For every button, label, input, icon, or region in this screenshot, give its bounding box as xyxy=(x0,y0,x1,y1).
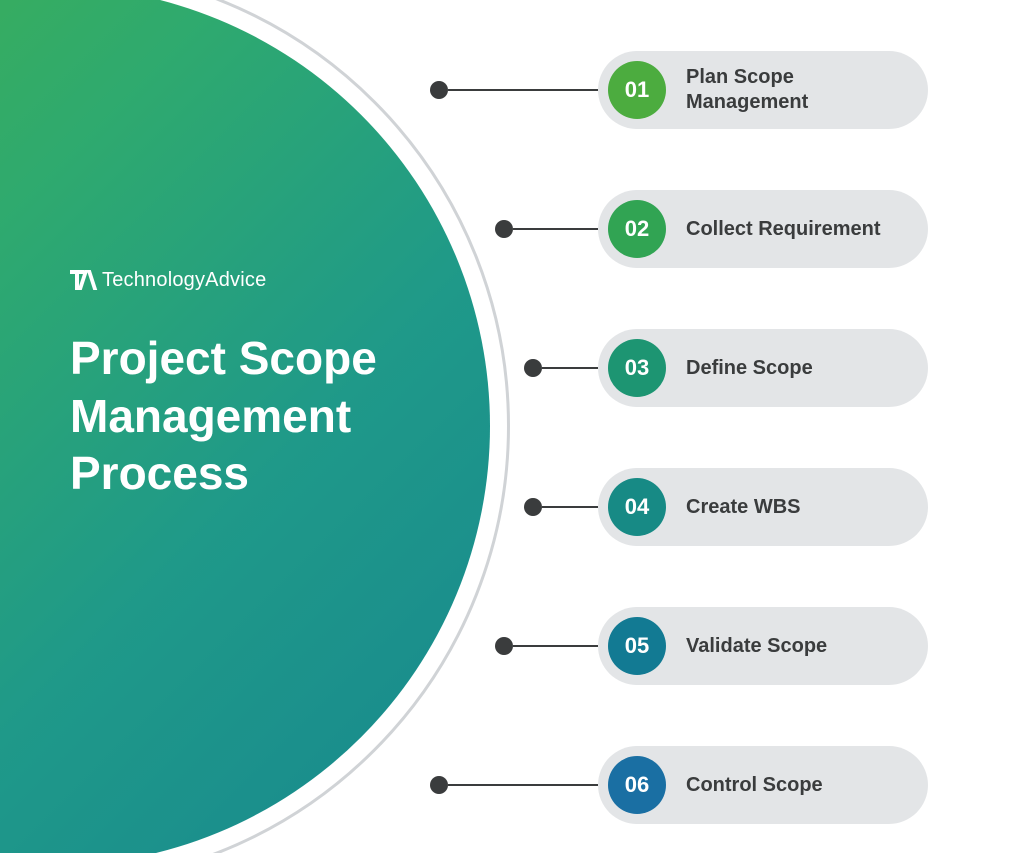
step-4: 04 Create WBS xyxy=(524,468,928,546)
step-3: 03 Define Scope xyxy=(524,329,928,407)
step-pill: 03 Define Scope xyxy=(598,329,928,407)
connector-line xyxy=(448,89,598,92)
step-pill: 02 Collect Requirement xyxy=(598,190,928,268)
connector-line xyxy=(513,228,598,231)
arc-dot-icon xyxy=(430,776,448,794)
step-number-badge: 03 xyxy=(608,339,666,397)
arc-dot-icon xyxy=(495,637,513,655)
steps-container: 01 Plan Scope Management 02 Collect Requ… xyxy=(0,0,1024,853)
step-number-badge: 06 xyxy=(608,756,666,814)
step-pill: 04 Create WBS xyxy=(598,468,928,546)
step-label: Control Scope xyxy=(686,773,823,798)
connector-line xyxy=(542,367,598,370)
step-label: Collect Requirement xyxy=(686,217,880,242)
connector-line xyxy=(513,645,598,648)
arc-dot-icon xyxy=(524,498,542,516)
step-pill: 06 Control Scope xyxy=(598,746,928,824)
step-number-badge: 02 xyxy=(608,200,666,258)
step-label: Validate Scope xyxy=(686,634,827,659)
step-number-badge: 05 xyxy=(608,617,666,675)
step-number-badge: 01 xyxy=(608,61,666,119)
step-pill: 01 Plan Scope Management xyxy=(598,51,928,129)
step-5: 05 Validate Scope xyxy=(495,607,928,685)
step-label: Plan Scope Management xyxy=(686,65,896,115)
step-pill: 05 Validate Scope xyxy=(598,607,928,685)
diagram-canvas: TechnologyAdvice Project Scope Managemen… xyxy=(0,0,1024,853)
step-2: 02 Collect Requirement xyxy=(495,190,928,268)
step-number-badge: 04 xyxy=(608,478,666,536)
connector-line xyxy=(542,506,598,509)
arc-dot-icon xyxy=(495,220,513,238)
step-label: Define Scope xyxy=(686,356,813,381)
connector-line xyxy=(448,784,598,787)
arc-dot-icon xyxy=(524,359,542,377)
step-label: Create WBS xyxy=(686,495,800,520)
step-1: 01 Plan Scope Management xyxy=(430,51,928,129)
arc-dot-icon xyxy=(430,81,448,99)
step-6: 06 Control Scope xyxy=(430,746,928,824)
